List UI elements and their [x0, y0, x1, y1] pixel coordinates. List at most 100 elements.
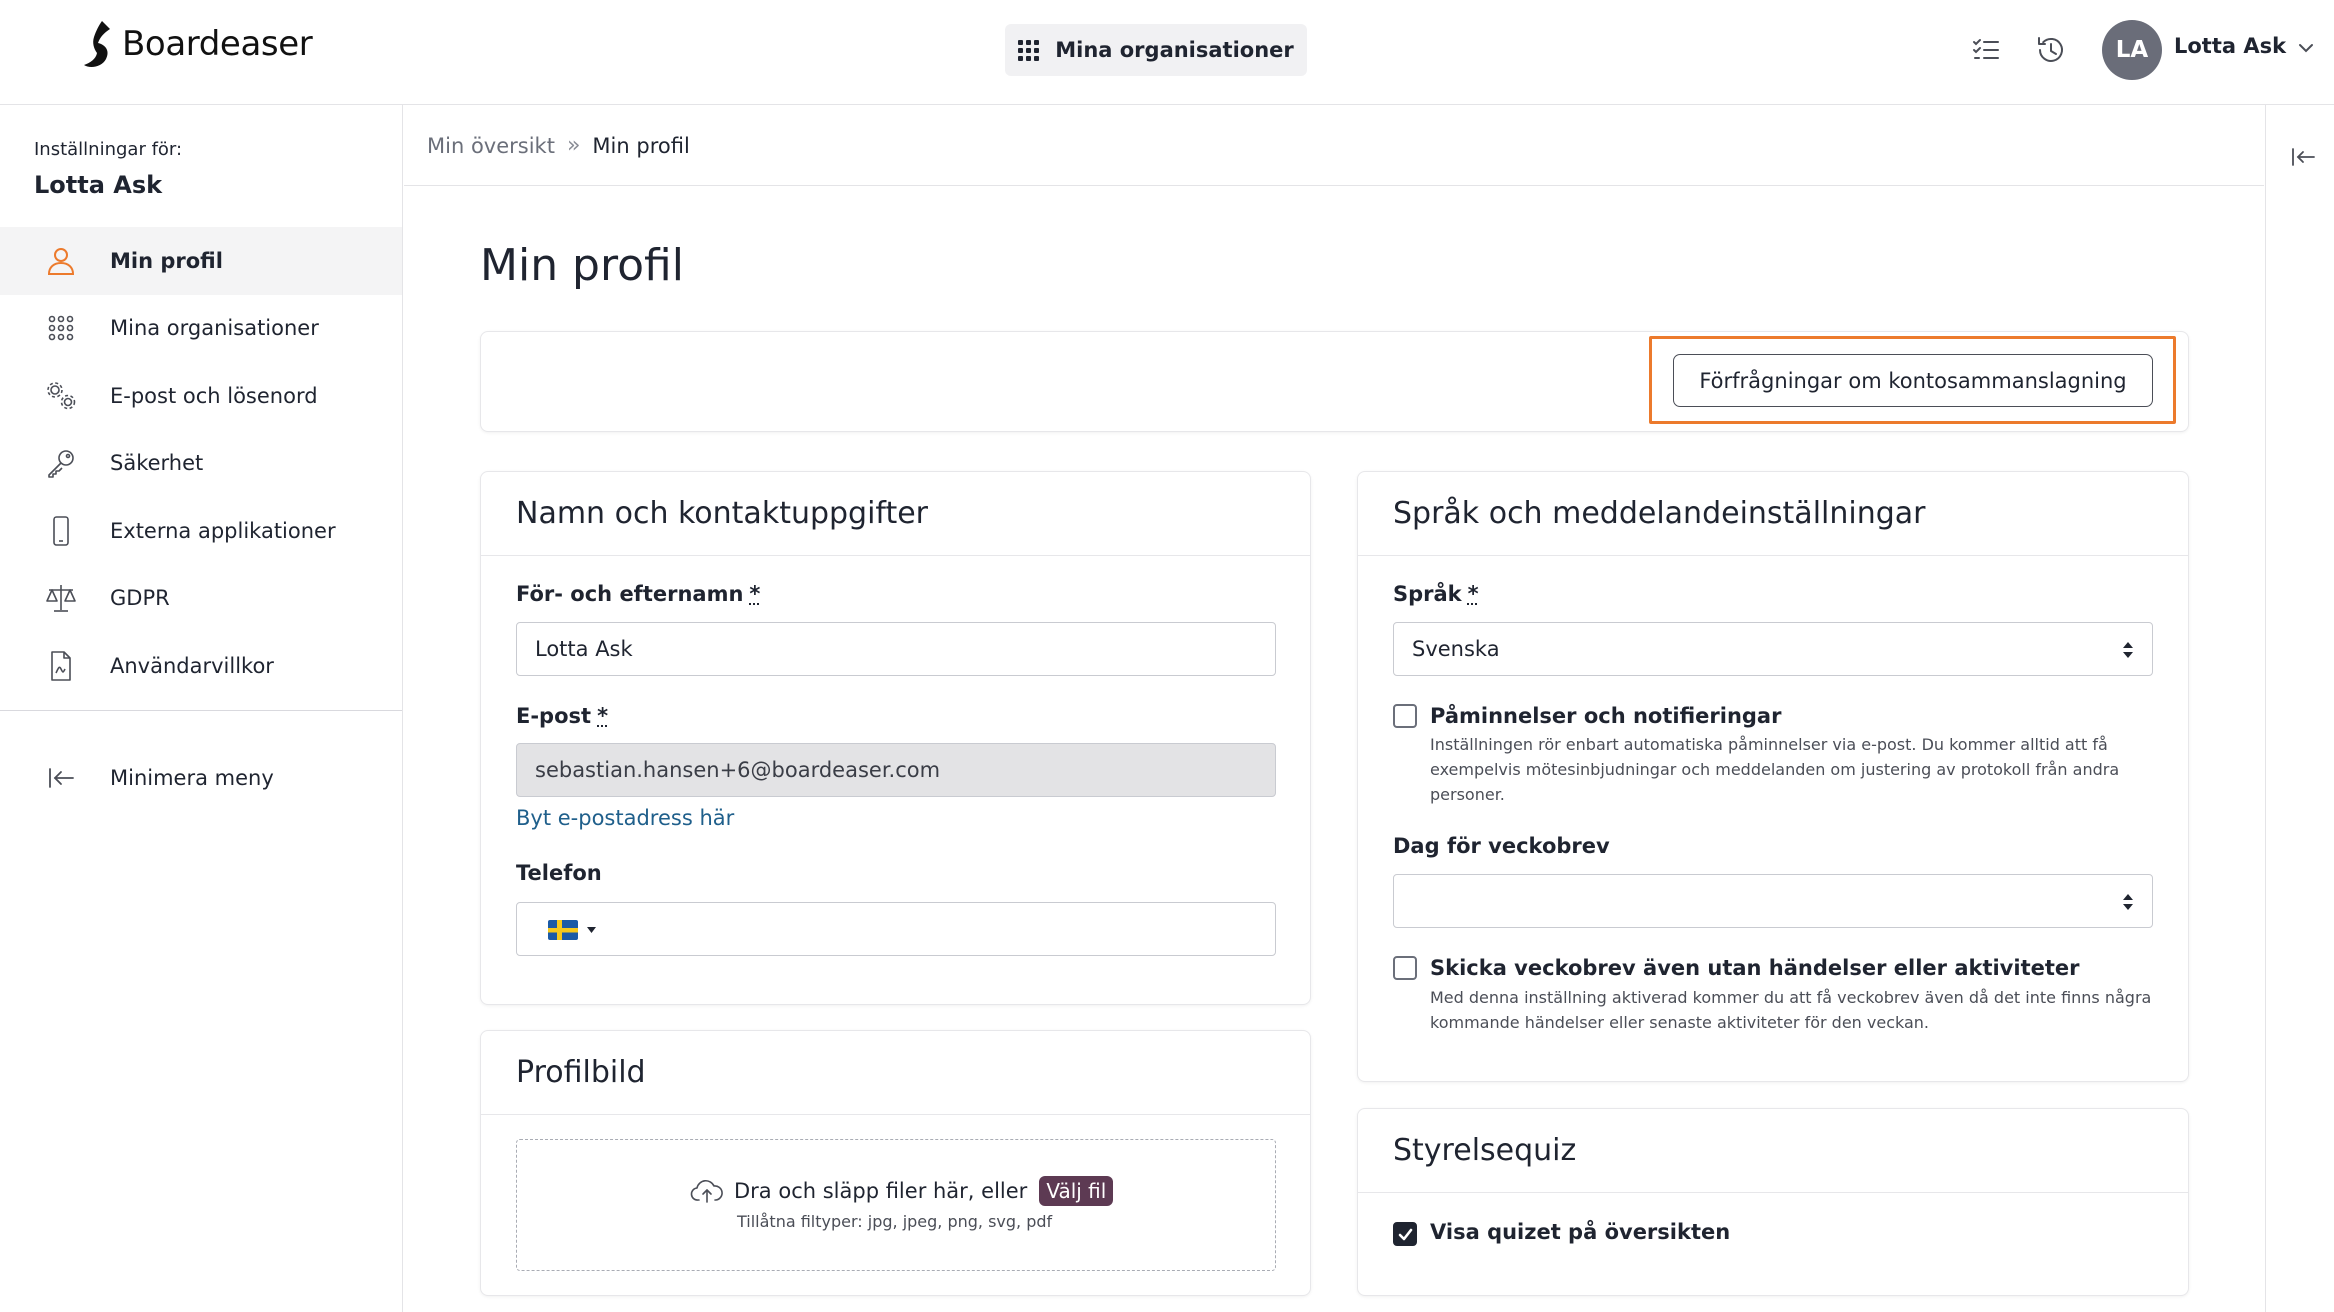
dropzone-text: Dra och släpp filer här, eller: [734, 1179, 1028, 1203]
sidebar-item-my-profile[interactable]: Min profil: [0, 227, 402, 295]
language-select[interactable]: Svenska: [1393, 622, 2153, 676]
allowed-file-types: Tillåtna filtyper: jpg, jpeg, png, svg, …: [737, 1212, 1053, 1231]
tasks-icon[interactable]: [1968, 32, 2004, 68]
weekly-day-select[interactable]: [1393, 874, 2153, 928]
sidebar-item-label: GDPR: [110, 586, 170, 611]
profile-picture-title: Profilbild: [516, 1055, 646, 1090]
top-bar: Boardeaser Mina organisationer LA Lotta …: [0, 0, 2334, 105]
settings-sidebar: Inställningar för: Lotta Ask Min profil …: [0, 105, 403, 1312]
language-card-title: Språk och meddelandeinställningar: [1393, 496, 1926, 531]
my-organisations-label: Mina organisationer: [1055, 38, 1294, 62]
dropzone-text-line: Dra och släpp filer här, eller Välj fil: [690, 1176, 1114, 1206]
sidebar-item-security[interactable]: Säkerhet: [0, 430, 402, 498]
reminders-label[interactable]: Påminnelser och notifieringar: [1430, 704, 1781, 728]
sidebar-item-label: Säkerhet: [110, 451, 204, 476]
brand-name: Boardeaser: [122, 24, 313, 64]
user-name[interactable]: Lotta Ask: [2174, 34, 2286, 58]
phone-icon: [42, 512, 80, 550]
contact-card-title: Namn och kontaktuppgifter: [516, 496, 929, 531]
sidebar-item-my-organisations[interactable]: Mina organisationer: [0, 295, 402, 363]
sidebar-item-label: Externa applikationer: [110, 518, 336, 543]
breadcrumb-parent-link[interactable]: Min översikt: [427, 134, 555, 158]
required-marker: *: [749, 582, 761, 606]
help-line: Inställningen rör enbart automatiska påm…: [1430, 735, 2108, 754]
grid-icon: [1018, 39, 1040, 61]
minimize-menu-label: Minimera meny: [110, 765, 274, 790]
profile-picture-card-header: Profilbild: [481, 1031, 1310, 1115]
scale-icon: [42, 579, 80, 617]
send-weekly-checkbox[interactable]: [1393, 956, 1417, 980]
minimize-menu-button[interactable]: Minimera meny: [0, 744, 402, 812]
account-merge-requests-button[interactable]: Förfrågningar om kontosammanslagning: [1673, 354, 2153, 407]
checkmark-icon: [1398, 1228, 1413, 1241]
email-label-text: E-post: [516, 704, 592, 728]
show-quiz-checkbox[interactable]: [1393, 1222, 1417, 1246]
change-email-link[interactable]: Byt e-postadress här: [516, 806, 734, 830]
page-title: Min profil: [480, 240, 684, 291]
history-icon[interactable]: [2033, 32, 2069, 68]
required-marker: *: [1467, 582, 1479, 606]
send-weekly-help-text: Med denna inställning aktiverad kommer d…: [1430, 985, 2151, 1035]
board-quiz-card: Styrelsequiz: [1357, 1108, 2189, 1296]
reminders-checkbox[interactable]: [1393, 704, 1417, 728]
chevron-down-icon[interactable]: [2296, 38, 2316, 58]
document-icon: [42, 647, 80, 685]
sidebar-item-label: E-post och lösenord: [110, 383, 318, 408]
sidebar-divider: [0, 710, 402, 711]
sidebar-item-minimize[interactable]: Minimera meny: [0, 744, 402, 812]
cloud-upload-icon: [690, 1180, 723, 1203]
email-field: [516, 743, 1276, 797]
sidebar-item-label: Mina organisationer: [110, 316, 319, 341]
language-select-value: Svenska: [1412, 637, 1500, 661]
boardeaser-logo-icon: [84, 21, 110, 67]
user-icon: [42, 242, 80, 280]
name-label-text: För- och efternamn: [516, 582, 744, 606]
help-line: kommande händelser eller senaste aktivit…: [1430, 1013, 1930, 1032]
show-quiz-label[interactable]: Visa quizet på översikten: [1430, 1220, 1730, 1244]
required-marker: *: [597, 704, 609, 728]
sweden-flag-icon[interactable]: [548, 920, 578, 940]
email-label: E-post *: [516, 704, 608, 728]
help-line: Med denna inställning aktiverad kommer d…: [1430, 988, 2152, 1007]
weekly-day-label: Dag för veckobrev: [1393, 834, 1610, 858]
breadcrumb-current: Min profil: [592, 133, 690, 158]
breadcrumb: Min översikt » Min profil: [404, 106, 2264, 186]
sidebar-item-label: Min profil: [110, 248, 223, 273]
choose-file-button[interactable]: Välj fil: [1039, 1176, 1114, 1206]
select-arrows-icon: [2123, 894, 2133, 910]
select-arrows-icon: [2123, 642, 2133, 658]
file-dropzone[interactable]: Dra och släpp filer här, eller Välj fil …: [516, 1139, 1276, 1271]
brand-logo[interactable]: Boardeaser: [80, 18, 313, 70]
sidebar-item-email-password[interactable]: E-post och lösenord: [0, 362, 402, 430]
sidebar-item-gdpr[interactable]: GDPR: [0, 565, 402, 633]
caret-down-icon[interactable]: [587, 926, 596, 934]
settings-for-label: Inställningar för:: [34, 139, 183, 160]
sidebar-item-external-apps[interactable]: Externa applikationer: [0, 497, 402, 565]
full-name-input[interactable]: [516, 622, 1276, 676]
board-quiz-title: Styrelsequiz: [1393, 1133, 1577, 1168]
help-line: exempelvis mötesinbjudningar och meddela…: [1430, 760, 2120, 779]
collapse-left-icon: [42, 759, 80, 797]
reminders-help-text: Inställningen rör enbart automatiska påm…: [1430, 732, 2119, 807]
grid-icon: [42, 309, 80, 347]
name-label: För- och efternamn *: [516, 582, 760, 606]
breadcrumb-separator: »: [566, 133, 581, 158]
help-line: personer.: [1430, 785, 1505, 804]
avatar[interactable]: LA: [2102, 20, 2162, 80]
phone-input[interactable]: [516, 902, 1276, 956]
collapse-left-icon[interactable]: [2289, 143, 2317, 171]
phone-label: Telefon: [516, 861, 602, 885]
board-quiz-card-header: Styrelsequiz: [1358, 1109, 2188, 1193]
right-rail: [2265, 105, 2334, 1312]
language-card-header: Språk och meddelandeinställningar: [1358, 472, 2188, 556]
settings-user-name: Lotta Ask: [34, 171, 163, 199]
settings-nav: Min profil Mina organisationer E-post oc…: [0, 227, 402, 700]
my-organisations-button[interactable]: Mina organisationer: [1005, 24, 1307, 76]
contact-card-header: Namn och kontaktuppgifter: [481, 472, 1310, 556]
send-weekly-label[interactable]: Skicka veckobrev även utan händelser ell…: [1430, 956, 2080, 980]
sidebar-item-terms[interactable]: Användarvillkor: [0, 632, 402, 700]
sidebar-item-label: Användarvillkor: [110, 653, 274, 678]
language-label: Språk *: [1393, 582, 1479, 606]
gears-icon: [42, 377, 80, 415]
key-icon: [42, 444, 80, 482]
